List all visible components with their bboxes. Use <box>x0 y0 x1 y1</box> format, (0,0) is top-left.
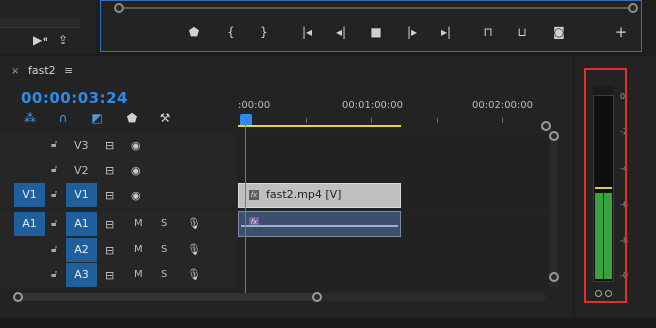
lock-icon[interactable]: 🔓︎ <box>51 244 57 255</box>
mute-button[interactable]: M <box>134 218 143 229</box>
mark-in-icon[interactable]: { <box>223 24 239 40</box>
solo-button[interactable]: S <box>161 218 167 229</box>
snap-icon[interactable]: ⁂ <box>22 110 38 126</box>
marker-icon[interactable]: ⬟ <box>124 110 140 126</box>
ruler-tick <box>371 118 372 123</box>
track-header-v3 <box>0 133 236 158</box>
track-lane-a2[interactable] <box>238 238 548 263</box>
ruler-label: 00:02:00:00 <box>472 100 534 111</box>
playhead-line <box>245 124 246 294</box>
ruler-label: :00:00 <box>238 100 271 111</box>
lock-icon[interactable]: 🔓︎ <box>51 269 57 280</box>
go-to-in-icon[interactable]: |◂ <box>299 24 315 40</box>
playhead-handle[interactable] <box>240 114 252 125</box>
microphone-icon[interactable]: 🎙︎ <box>187 268 201 281</box>
extract-icon[interactable]: ⊔ <box>514 24 530 40</box>
step-back-icon[interactable]: ◂| <box>333 24 349 40</box>
mark-out-icon[interactable]: } <box>256 24 272 40</box>
sync-lock-icon[interactable]: ⊟ <box>105 269 114 282</box>
microphone-icon[interactable]: 🎙︎ <box>187 217 201 230</box>
audio-waveform <box>241 225 398 227</box>
add-marker-tool-icon[interactable]: ◩ <box>89 110 105 126</box>
source-panel-fragment: ▶⁌ ⇪ <box>0 0 96 55</box>
close-tab-icon[interactable]: × <box>11 66 19 77</box>
zoom-end-handle[interactable] <box>541 121 551 131</box>
hscroll-left-handle[interactable] <box>13 292 23 302</box>
lock-icon[interactable]: 🔓︎ <box>51 139 57 150</box>
track-label[interactable]: V3 <box>74 139 89 152</box>
highlight-box <box>584 68 627 303</box>
ruler-tick <box>437 118 438 123</box>
source-patch-v1[interactable]: V1 <box>14 183 45 207</box>
lock-icon[interactable]: 🔓︎ <box>51 164 57 175</box>
bottom-strip <box>0 318 656 328</box>
audio-clip[interactable]: fx <box>238 211 401 237</box>
solo-button[interactable]: S <box>161 269 167 280</box>
insert-icon[interactable]: ▶⁌ <box>33 33 48 47</box>
track-label[interactable]: V2 <box>74 164 89 177</box>
track-target-a2[interactable]: A2 <box>66 238 97 262</box>
track-lane-v2[interactable] <box>238 158 548 183</box>
hscroll-right-handle[interactable] <box>312 292 322 302</box>
vertical-scrollbar[interactable] <box>550 136 558 287</box>
lock-icon[interactable]: 🔓︎ <box>51 189 57 200</box>
source-patch-a1[interactable]: A1 <box>14 212 45 236</box>
work-area-bar[interactable] <box>238 125 401 127</box>
eye-icon[interactable]: ◉ <box>131 189 141 202</box>
ruler-tick <box>306 118 307 123</box>
clip-name: fast2.mp4 [V] <box>266 188 342 201</box>
sequence-tab[interactable]: fast2 <box>28 64 56 77</box>
mute-button[interactable]: M <box>134 244 143 255</box>
microphone-icon[interactable]: 🎙︎ <box>187 243 201 256</box>
stop-icon[interactable]: ■ <box>368 24 384 40</box>
export-icon[interactable]: ⇪ <box>58 33 68 47</box>
playhead-timecode[interactable]: 00:00:03:24 <box>21 89 128 107</box>
lift-icon[interactable]: ⊓ <box>480 24 496 40</box>
sync-lock-icon[interactable]: ⊟ <box>105 164 114 177</box>
wrench-icon[interactable]: ⚒ <box>157 110 173 126</box>
play-icon[interactable]: |▸ <box>404 24 420 40</box>
mute-button[interactable]: M <box>134 269 143 280</box>
sync-lock-icon[interactable]: ⊟ <box>105 189 114 202</box>
program-scrub-bar[interactable] <box>120 7 632 9</box>
eye-icon[interactable]: ◉ <box>131 139 141 152</box>
ruler-label: 00:01:00:00 <box>342 100 404 111</box>
vscroll-top-handle[interactable] <box>549 131 559 141</box>
eye-icon[interactable]: ◉ <box>131 164 141 177</box>
add-button-icon[interactable]: + <box>613 24 629 40</box>
export-frame-icon[interactable]: ◙ <box>551 24 567 40</box>
vscroll-bottom-handle[interactable] <box>549 272 559 282</box>
sync-lock-icon[interactable]: ⊟ <box>105 139 114 152</box>
go-to-out-icon[interactable]: ▸| <box>438 24 454 40</box>
track-lane-a3[interactable] <box>238 263 548 288</box>
track-lane-v3[interactable] <box>238 133 548 158</box>
linked-selection-icon[interactable]: ∩ <box>55 110 71 126</box>
track-target-v1[interactable]: V1 <box>66 183 97 207</box>
scrub-start-handle[interactable] <box>114 3 124 13</box>
sync-lock-icon[interactable]: ⊟ <box>105 218 114 231</box>
video-clip[interactable]: fx fast2.mp4 [V] <box>238 183 401 208</box>
horizontal-scroll-thumb[interactable] <box>16 293 318 301</box>
track-header-v2 <box>0 158 236 183</box>
ruler-tick <box>502 118 503 123</box>
lock-icon[interactable]: 🔓︎ <box>51 218 57 229</box>
sync-lock-icon[interactable]: ⊟ <box>105 244 114 257</box>
scrub-end-handle[interactable] <box>628 3 638 13</box>
solo-button[interactable]: S <box>161 244 167 255</box>
fx-badge: fx <box>249 190 259 200</box>
source-scrub-strip[interactable] <box>0 18 80 28</box>
track-target-a3[interactable]: A3 <box>66 263 97 287</box>
add-marker-icon[interactable]: ⬟ <box>186 24 202 40</box>
panel-menu-icon[interactable]: ≡ <box>64 64 73 77</box>
track-target-a1[interactable]: A1 <box>66 212 97 236</box>
